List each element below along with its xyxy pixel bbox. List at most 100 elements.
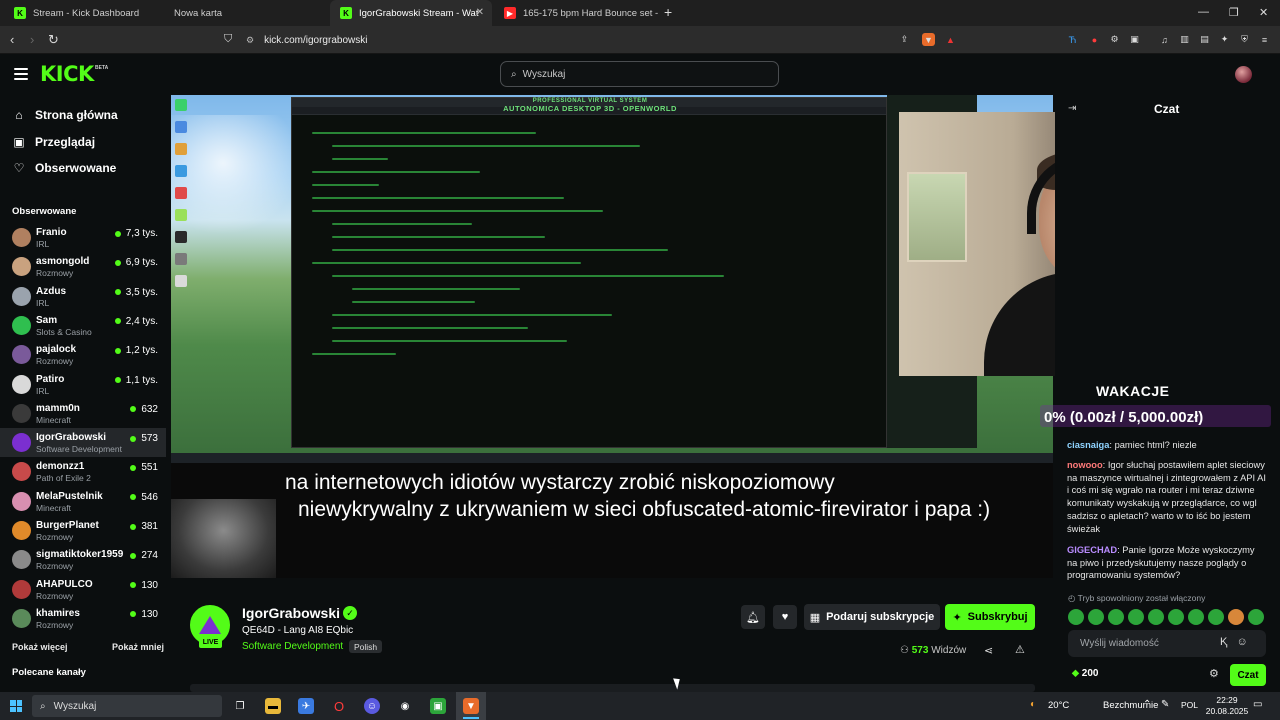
- bookmark-icon[interactable]: ⛉: [224, 33, 232, 46]
- chat-settings-gear-icon[interactable]: ⚙: [1209, 667, 1219, 680]
- emote-icon[interactable]: [1088, 609, 1104, 625]
- sidebar-channel-sigmatiktoker1959[interactable]: sigmatiktoker1959 Rozmowy 274: [0, 545, 166, 574]
- record-extension-icon[interactable]: ●: [1088, 33, 1101, 46]
- address-bar[interactable]: ⚙ kick.com/igorgrabowski: [246, 30, 966, 50]
- discord-icon[interactable]: ☺: [364, 698, 380, 714]
- app-green-icon[interactable]: ▣: [430, 698, 446, 714]
- media-icon[interactable]: ♫: [1158, 33, 1171, 46]
- user-avatar[interactable]: [1235, 66, 1252, 83]
- nav-browse[interactable]: ▣ Przeglądaj: [12, 132, 95, 152]
- emote-icon[interactable]: [1128, 609, 1144, 625]
- emote-icon[interactable]: [1168, 609, 1184, 625]
- show-less-link[interactable]: Pokaż mniej: [112, 642, 164, 652]
- sidebar-channel-asmongold[interactable]: asmongold Rozmowy 6,9 tys.: [0, 252, 166, 281]
- tab-new-tab[interactable]: Nowa karta: [164, 0, 330, 26]
- chat-username[interactable]: nowooo: [1067, 460, 1103, 470]
- reload-icon[interactable]: ↻: [48, 32, 59, 48]
- sidebar-channel-sam[interactable]: Sam Slots & Casino 2,4 tys.: [0, 311, 166, 340]
- sidebar-channel-mamm0n[interactable]: mamm0n Minecraft 632: [0, 399, 166, 428]
- brave-rewards-icon[interactable]: ▲: [944, 33, 957, 46]
- stream-category-link[interactable]: Software Development: [242, 641, 343, 652]
- sidebar-channel-franio[interactable]: Franio IRL 7,3 tys.: [0, 223, 166, 252]
- banner-line-2: AUTONOMICA DESKTOP 3D - OPENWORLD: [503, 104, 677, 113]
- wallet-icon[interactable]: ▤: [1198, 33, 1211, 46]
- opera-icon[interactable]: O: [331, 698, 347, 714]
- chat-username[interactable]: ciasnaiga: [1067, 440, 1109, 450]
- search-input[interactable]: ⌕ Wyszukaj: [500, 61, 779, 87]
- emote-icon[interactable]: [1228, 609, 1244, 625]
- tray-chevron-icon[interactable]: ⌃: [1143, 699, 1151, 710]
- sidebar-channel-burgerplanet[interactable]: BurgerPlanet Rozmowy 381: [0, 516, 166, 545]
- emote-icon[interactable]: [1188, 609, 1204, 625]
- streamer-name[interactable]: IgorGrabowski: [242, 605, 340, 621]
- taskbar-clock[interactable]: 22:29 20.08.2025: [1205, 695, 1249, 717]
- emote-icon[interactable]: [1248, 609, 1264, 625]
- sidebar-channel-khamires[interactable]: khamires Rozmowy 130: [0, 604, 166, 633]
- taskbar-search-input[interactable]: ⌕ Wyszukaj: [32, 695, 222, 717]
- leo-ai-icon[interactable]: ✦: [1218, 33, 1231, 46]
- verified-badge-icon: ✓: [343, 606, 357, 620]
- nav-home[interactable]: ⌂ Strona główna: [12, 105, 117, 125]
- subscribe-button[interactable]: ✦ Subskrybuj: [945, 604, 1035, 630]
- minimize-button[interactable]: —: [1198, 6, 1209, 18]
- share-page-icon[interactable]: ⇪: [898, 33, 911, 46]
- channel-points[interactable]: ⬥ 200: [1072, 668, 1098, 679]
- new-tab-button[interactable]: +: [664, 4, 672, 20]
- menu-icon[interactable]: ≡: [1258, 33, 1271, 46]
- brave-browser-icon[interactable]: ▼: [463, 698, 479, 714]
- forward-arrow-icon[interactable]: ›: [30, 32, 34, 47]
- tab-youtube-music[interactable]: ▶ 165-175 bpm Hard Bounce set - @ B: [494, 0, 660, 26]
- collapse-chat-icon[interactable]: ⇥: [1068, 103, 1076, 114]
- report-warning-icon[interactable]: ⚠: [1015, 643, 1025, 656]
- tab-close-icon[interactable]: ✕: [476, 7, 484, 18]
- gift-subscriptions-button[interactable]: ▦ Podaruj subskrypcje: [804, 604, 940, 630]
- tab-kick-dashboard[interactable]: K Stream - Kick Dashboard: [4, 0, 164, 26]
- viewer-count-text: 1,2 tys.: [125, 345, 158, 357]
- pen-icon[interactable]: ✎: [1161, 699, 1169, 710]
- weather-temp[interactable]: 20°C: [1048, 700, 1069, 711]
- notifications-bell-button[interactable]: 🔔︎: [741, 605, 765, 629]
- windows-start-icon[interactable]: [10, 700, 22, 712]
- follow-heart-button[interactable]: ♥: [773, 605, 797, 629]
- restore-button[interactable]: ❐: [1229, 6, 1239, 19]
- sidebar-channel-pajalock[interactable]: pajalock Rozmowy 1,2 tys.: [0, 340, 166, 369]
- site-info-icon[interactable]: ⚙: [246, 35, 254, 46]
- language-tag[interactable]: Polish: [349, 640, 383, 653]
- sidebar-channel-igorgrabowski[interactable]: IgorGrabowski Software Development 573: [0, 428, 166, 458]
- chat-username[interactable]: GIGECHAD: [1067, 545, 1117, 555]
- obs-icon[interactable]: ◉: [397, 698, 413, 714]
- sidebar-channel-ahapulco[interactable]: AHAPULCO Rozmowy 130: [0, 575, 166, 604]
- keyboard-language[interactable]: POL: [1181, 700, 1198, 710]
- hamburger-menu-icon[interactable]: [14, 68, 28, 80]
- back-arrow-icon[interactable]: ‹: [10, 32, 14, 47]
- emote-icon[interactable]: [1148, 609, 1164, 625]
- file-explorer-icon[interactable]: ▬: [265, 698, 281, 714]
- viewer-count-text: 546: [141, 491, 158, 503]
- emote-icon[interactable]: [1108, 609, 1124, 625]
- task-view-icon[interactable]: ❐: [232, 698, 248, 714]
- notifications-icon[interactable]: ▭: [1253, 699, 1262, 710]
- sidebar-channel-patiro[interactable]: Patiro IRL 1,1 tys.: [0, 370, 166, 399]
- nav-following[interactable]: ♡ Obserwowane: [12, 158, 117, 178]
- emote-icon[interactable]: [1208, 609, 1224, 625]
- tab-igorgrabowski-stream[interactable]: K IgorGrabowski Stream - Watch L ✕: [330, 0, 492, 26]
- translate-extension-icon[interactable]: Ћ: [1066, 33, 1079, 46]
- settings-extension-icon[interactable]: ⚙: [1108, 33, 1121, 46]
- vpn-icon[interactable]: ⛨: [1238, 33, 1251, 46]
- kick-emote-icon[interactable]: Ⱪ: [1220, 636, 1227, 648]
- emote-icon[interactable]: [1068, 609, 1084, 625]
- screenshot-extension-icon[interactable]: ▣: [1128, 33, 1141, 46]
- emoji-icon[interactable]: ☺: [1237, 636, 1248, 648]
- brave-shield-icon[interactable]: ▼: [922, 33, 935, 46]
- kick-logo[interactable]: KICK: [40, 62, 94, 86]
- show-more-link[interactable]: Pokaż więcej: [12, 642, 68, 652]
- kick-favicon-icon: K: [340, 7, 352, 19]
- sidebar-channel-azdus[interactable]: Azdus IRL 3,5 tys.: [0, 282, 166, 311]
- close-window-button[interactable]: ✕: [1259, 6, 1268, 19]
- sidebar-icon[interactable]: ▥: [1178, 33, 1191, 46]
- sidebar-channel-demonzz1[interactable]: demonzz1 Path of Exile 2 551: [0, 457, 166, 486]
- sidebar-channel-melapustelnik[interactable]: MelaPustelnik Minecraft 546: [0, 487, 166, 516]
- chat-send-button[interactable]: Czat: [1230, 664, 1266, 686]
- share-icon[interactable]: ⋖: [984, 644, 993, 657]
- app-icon[interactable]: ✈: [298, 698, 314, 714]
